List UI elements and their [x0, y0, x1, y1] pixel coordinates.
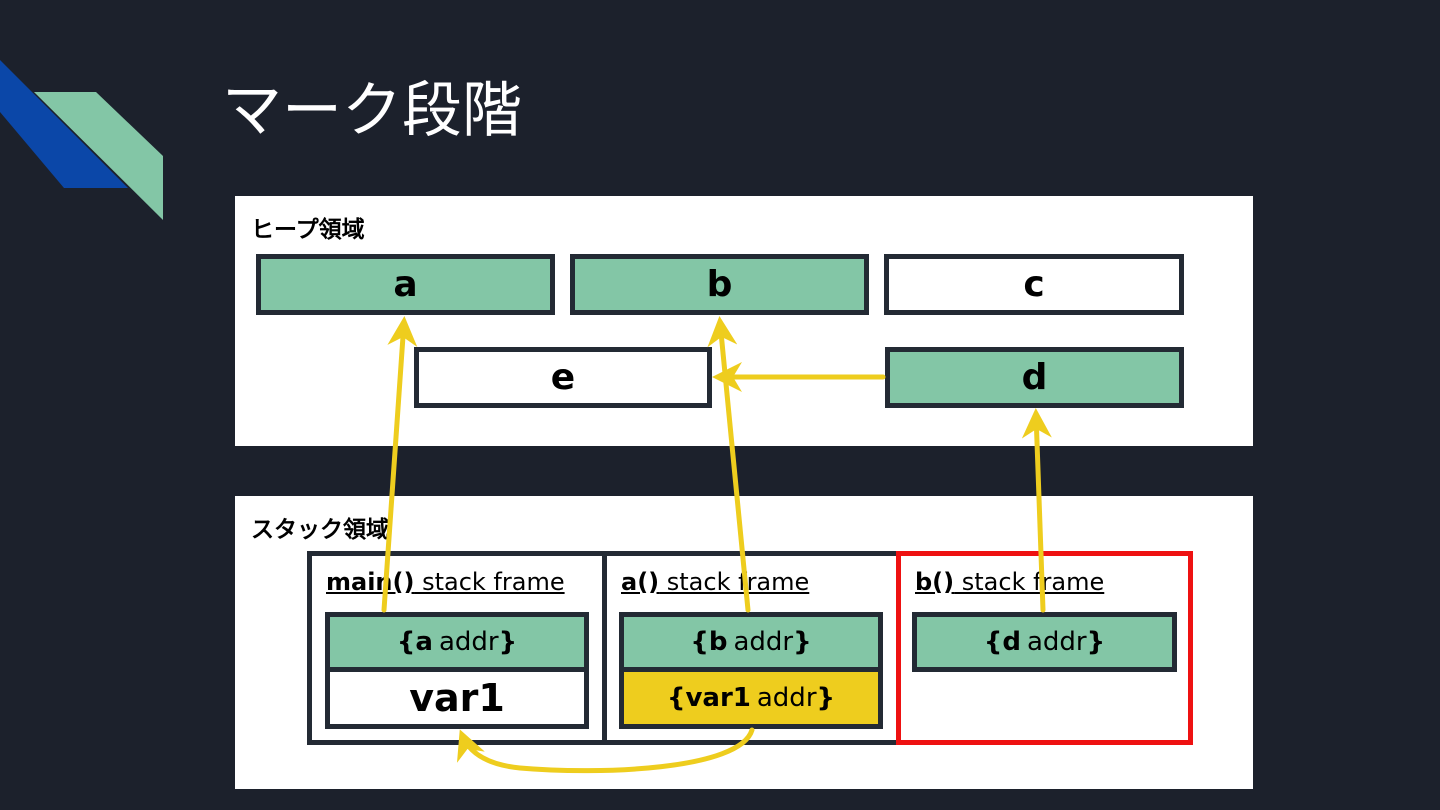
- cell-text: addr: [756, 683, 817, 713]
- cell-var: b: [708, 627, 728, 657]
- cell-var: var1: [685, 683, 751, 713]
- stack-cell-a-addr: {a addr}: [325, 612, 589, 672]
- heap-object-d: d: [885, 347, 1184, 408]
- heap-object-e: e: [414, 347, 712, 408]
- slide-title: マーク段階: [222, 76, 522, 146]
- heap-label: ヒープ領域: [251, 217, 365, 243]
- cell-text: var1: [409, 676, 505, 720]
- heap-panel: ヒープ領域: [235, 196, 1253, 446]
- frame-suffix: stack frame: [414, 568, 565, 596]
- frame-name: a(): [621, 568, 660, 596]
- stack-label: スタック領域: [251, 517, 389, 543]
- cell-var: a: [415, 627, 433, 657]
- heap-object-a: a: [256, 254, 555, 315]
- frame-name: main(): [326, 568, 415, 596]
- stack-cell-var1: var1: [325, 667, 589, 729]
- heap-object-c: c: [884, 254, 1184, 315]
- frame-title: main() stack frame: [326, 568, 565, 596]
- stack-cell-var1-addr: {var1 addr}: [619, 667, 883, 729]
- cell-text: addr: [733, 627, 794, 657]
- frame-suffix: stack frame: [659, 568, 810, 596]
- cell-text: addr: [438, 627, 499, 657]
- stack-cell-b-addr: {b addr}: [619, 612, 883, 672]
- frame-title: a() stack frame: [621, 568, 809, 596]
- current-frame-highlight: [896, 551, 1193, 745]
- corner-decoration: [0, 60, 163, 220]
- heap-object-b: b: [570, 254, 869, 315]
